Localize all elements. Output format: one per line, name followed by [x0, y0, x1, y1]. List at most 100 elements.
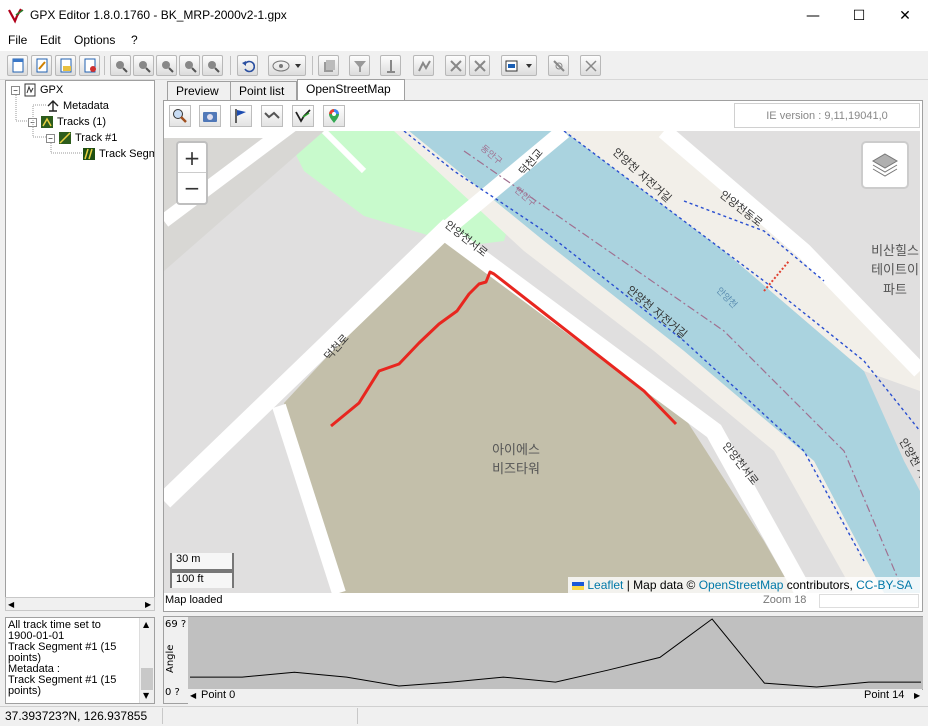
camera-icon[interactable] — [199, 105, 221, 127]
map-zoom-in-button[interactable]: + — [178, 143, 206, 173]
map-zoom-level: Zoom 18 — [763, 594, 807, 606]
menu-edit[interactable]: Edit — [40, 33, 61, 47]
tree-node-track[interactable]: − Track #1 — [46, 131, 117, 145]
map-label-hills-3: 파트 — [883, 283, 907, 298]
graph-x-start: Point 0 — [201, 689, 236, 701]
close-button[interactable]: ✕ — [882, 0, 928, 31]
title-bar: GPX Editor 1.8.0.1760 - BK_MRP-2000v2-1.… — [0, 0, 928, 31]
export-dropdown-icon[interactable] — [501, 55, 537, 76]
scroll-left-icon[interactable]: ◀ — [8, 600, 14, 609]
log-scrollbar[interactable]: ▲ ▼ — [139, 618, 154, 703]
route-icon[interactable] — [261, 105, 283, 127]
map-view[interactable]: 덕천교 덕천로 안양천서로 안양천서로 안양천 자전거길 안양천 자전거길 안양… — [164, 131, 920, 593]
split-icon[interactable] — [445, 55, 466, 76]
angle-graph: 69 ? 0 ? Angle ◀ Point 0 Point 14 ▶ — [163, 616, 923, 704]
map-canvas[interactable]: 덕천교 덕천로 안양천서로 안양천서로 안양천 자전거길 안양천 자전거길 안양… — [164, 131, 920, 593]
gpx-tree: − GPX Metadata − Tracks (1) − Track #1 T… — [5, 80, 155, 610]
maximize-button[interactable]: ☐ — [836, 0, 882, 31]
scale-metric: 30 m — [170, 553, 234, 571]
new-file-icon[interactable] — [7, 55, 28, 76]
ukraine-flag-icon — [572, 581, 584, 590]
graph-scroll-left-icon[interactable]: ◀ — [190, 691, 196, 700]
track-icon[interactable] — [292, 105, 314, 127]
scroll-up-icon[interactable]: ▲ — [143, 620, 149, 629]
map-label-hills-2: 테이트이 — [871, 263, 919, 278]
graph-ylabel: Angle — [165, 644, 176, 673]
zoom-track-icon[interactable] — [202, 55, 223, 76]
menu-bar: File Edit Options ? — [0, 31, 928, 51]
open-file-icon[interactable] — [55, 55, 76, 76]
log-panel: All track time set to 1900-01-01 Track S… — [5, 617, 155, 704]
scroll-right-icon[interactable]: ▶ — [145, 600, 151, 609]
view-dropdown-icon[interactable] — [268, 55, 306, 76]
gpx-file-icon — [24, 83, 36, 97]
graph-ymax-label: 69 ? — [165, 619, 187, 630]
hide-icon[interactable] — [548, 55, 569, 76]
google-maps-pin-icon[interactable] — [323, 105, 345, 127]
edit-file-icon[interactable] — [31, 55, 52, 76]
graph-scrollbar[interactable] — [188, 690, 923, 704]
metadata-icon — [47, 100, 59, 112]
segment-icon — [83, 148, 95, 160]
layers-button[interactable] — [861, 141, 909, 189]
undo-icon[interactable] — [237, 55, 258, 76]
map-status-text: Map loaded — [165, 594, 223, 606]
leaflet-link[interactable]: Leaflet — [587, 578, 623, 592]
minimize-button[interactable]: — — [790, 0, 836, 31]
status-coordinates: 37.393723?N, 126.937855 — [5, 709, 148, 723]
filter-icon[interactable] — [349, 55, 370, 76]
zoom-fit-icon[interactable] — [179, 55, 200, 76]
collapse-icon[interactable]: − — [11, 85, 20, 95]
tree-horizontal-scrollbar[interactable]: ◀ ▶ — [5, 597, 155, 611]
tab-point-list[interactable]: Point list — [230, 81, 297, 100]
layers-icon — [872, 153, 898, 177]
map-status-area — [164, 593, 920, 611]
menu-help[interactable]: ? — [131, 33, 138, 47]
tab-preview[interactable]: Preview — [167, 81, 231, 100]
track-icon — [59, 132, 71, 144]
collapse-icon[interactable]: − — [28, 117, 37, 127]
graph-scroll-right-icon[interactable]: ▶ — [914, 691, 920, 700]
tree-node-tracks[interactable]: − Tracks (1) — [28, 115, 106, 129]
collapse-icon[interactable]: − — [46, 133, 55, 143]
graph-ymin-label: 0 ? — [165, 687, 180, 698]
graph-line — [190, 618, 921, 688]
tracks-icon — [41, 116, 53, 128]
map-zoom-icon[interactable] — [169, 105, 191, 127]
map-label-hills-1: 비산힐스 — [871, 244, 919, 259]
map-zoom-box — [819, 594, 919, 608]
zoom-in-icon[interactable] — [133, 55, 154, 76]
map-attribution: Leaflet | Map data © OpenStreetMap contr… — [568, 577, 920, 593]
join-icon[interactable] — [469, 55, 490, 76]
tab-strip: Preview Point list OpenStreetMap — [163, 79, 923, 101]
scale-imperial: 100 ft — [170, 571, 234, 588]
menu-file[interactable]: File — [8, 33, 27, 47]
menu-options[interactable]: Options — [74, 33, 115, 47]
tree-node-metadata[interactable]: Metadata — [46, 99, 109, 113]
map-zoom-control: + − — [176, 141, 208, 205]
delete-icon[interactable] — [580, 55, 601, 76]
osm-link[interactable]: OpenStreetMap — [699, 578, 784, 592]
map-zoom-out-button[interactable]: − — [178, 173, 206, 203]
tree-node-gpx[interactable]: − GPX — [11, 83, 63, 97]
tab-openstreetmap[interactable]: OpenStreetMap — [297, 79, 405, 101]
license-link[interactable]: CC-BY-SA — [856, 578, 912, 592]
ie-version-label: IE version : 9,11,19041,0 — [734, 103, 920, 128]
toolbar — [0, 51, 928, 80]
graph-plot-area — [188, 617, 923, 689]
tree-node-segment[interactable]: Track Segment #1 — [82, 147, 154, 161]
copy-icon[interactable] — [318, 55, 339, 76]
zoom-icon[interactable] — [110, 55, 131, 76]
map-scale: 30 m 100 ft — [170, 553, 234, 588]
map-label-building-2: 비즈타워 — [492, 462, 540, 477]
save-file-icon[interactable] — [79, 55, 100, 76]
app-icon — [8, 8, 24, 24]
log-scroll-thumb[interactable] — [141, 668, 153, 690]
route-icon[interactable] — [413, 55, 434, 76]
flag-icon[interactable] — [230, 105, 252, 127]
map-label-building-1: 아이에스 — [492, 443, 540, 458]
zoom-out-icon[interactable] — [156, 55, 177, 76]
graph-x-end: Point 14 — [864, 689, 905, 701]
waypoint-icon[interactable] — [380, 55, 401, 76]
scroll-down-icon[interactable]: ▼ — [143, 691, 149, 700]
